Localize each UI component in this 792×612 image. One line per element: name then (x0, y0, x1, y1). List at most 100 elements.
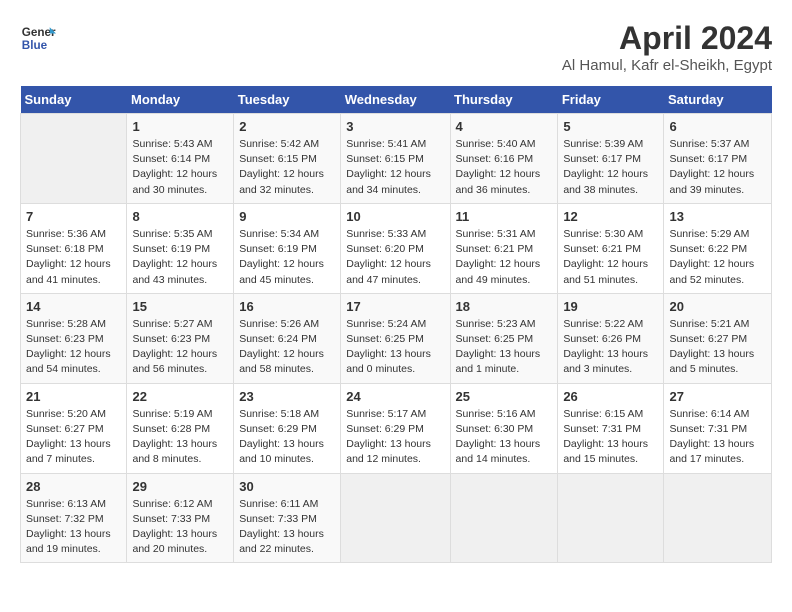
day-cell (341, 473, 450, 563)
week-row-4: 21 Sunrise: 5:20 AMSunset: 6:27 PMDayligh… (21, 383, 772, 473)
day-info: Sunrise: 5:34 AMSunset: 6:19 PMDaylight:… (239, 227, 335, 288)
day-number: 16 (239, 299, 335, 314)
day-cell: 7Sunrise: 5:36 AMSunset: 6:18 PMDaylight… (21, 203, 127, 293)
logo: General Blue (20, 20, 56, 56)
day-number: 27 (669, 389, 766, 404)
day-cell: 29 Sunrise: 6:12 AMSunset: 7:33 PMDayligh… (127, 473, 234, 563)
header: General Blue April 2024 Al Hamul, Kafr e… (20, 20, 772, 74)
day-cell: 9 Sunrise: 5:34 AMSunset: 6:19 PMDaylight… (234, 203, 341, 293)
day-cell: 30 Sunrise: 6:11 AMSunset: 7:33 PMDayligh… (234, 473, 341, 563)
day-info: Sunrise: 6:12 AMSunset: 7:33 PMDaylight:… (132, 497, 228, 558)
day-cell: 14 Sunrise: 5:28 AMSunset: 6:23 PMDayligh… (21, 293, 127, 383)
week-row-5: 28Sunrise: 6:13 AMSunset: 7:32 PMDayligh… (21, 473, 772, 563)
day-number: 4 (456, 119, 553, 134)
day-cell: 16 Sunrise: 5:26 AMSunset: 6:24 PMDayligh… (234, 293, 341, 383)
calendar-header-row: SundayMondayTuesdayWednesdayThursdayFrid… (21, 86, 772, 114)
day-info: Sunrise: 6:14 AMSunset: 7:31 PMDaylight:… (669, 407, 766, 468)
day-number: 15 (132, 299, 228, 314)
day-info: Sunrise: 5:37 AMSunset: 6:17 PMDaylight:… (669, 137, 766, 198)
day-cell: 27 Sunrise: 6:14 AMSunset: 7:31 PMDayligh… (664, 383, 772, 473)
day-number: 3 (346, 119, 444, 134)
day-cell: 23 Sunrise: 5:18 AMSunset: 6:29 PMDayligh… (234, 383, 341, 473)
day-number: 9 (239, 209, 335, 224)
day-number: 5 (563, 119, 658, 134)
col-header-friday: Friday (558, 86, 664, 114)
day-info: Sunrise: 5:19 AMSunset: 6:28 PMDaylight:… (132, 407, 228, 468)
day-info: Sunrise: 5:17 AMSunset: 6:29 PMDaylight:… (346, 407, 444, 468)
calendar-table: SundayMondayTuesdayWednesdayThursdayFrid… (20, 86, 772, 563)
day-info: Sunrise: 5:18 AMSunset: 6:29 PMDaylight:… (239, 407, 335, 468)
day-cell: 11Sunrise: 5:31 AMSunset: 6:21 PMDayligh… (450, 203, 558, 293)
day-cell: 5 Sunrise: 5:39 AMSunset: 6:17 PMDaylight… (558, 114, 664, 204)
day-number: 30 (239, 479, 335, 494)
subtitle: Al Hamul, Kafr el-Sheikh, Egypt (562, 57, 772, 74)
day-info: Sunrise: 5:30 AMSunset: 6:21 PMDaylight:… (563, 227, 658, 288)
day-info: Sunrise: 5:24 AMSunset: 6:25 PMDaylight:… (346, 317, 444, 378)
day-number: 19 (563, 299, 658, 314)
day-number: 1 (132, 119, 228, 134)
day-cell: 15 Sunrise: 5:27 AMSunset: 6:23 PMDayligh… (127, 293, 234, 383)
day-number: 14 (26, 299, 121, 314)
day-info: Sunrise: 5:20 AMSunset: 6:27 PMDaylight:… (26, 407, 121, 468)
title-area: April 2024 Al Hamul, Kafr el-Sheikh, Egy… (562, 20, 772, 74)
day-cell: 10Sunrise: 5:33 AMSunset: 6:20 PMDayligh… (341, 203, 450, 293)
svg-text:Blue: Blue (22, 39, 48, 52)
day-cell: 2Sunrise: 5:42 AMSunset: 6:15 PMDaylight… (234, 114, 341, 204)
day-number: 11 (456, 209, 553, 224)
day-info: Sunrise: 5:39 AMSunset: 6:17 PMDaylight:… (563, 137, 658, 198)
col-header-sunday: Sunday (21, 86, 127, 114)
day-info: Sunrise: 5:33 AMSunset: 6:20 PMDaylight:… (346, 227, 444, 288)
day-info: Sunrise: 5:28 AMSunset: 6:23 PMDaylight:… (26, 317, 121, 378)
day-cell: 3 Sunrise: 5:41 AMSunset: 6:15 PMDaylight… (341, 114, 450, 204)
day-cell: 26 Sunrise: 6:15 AMSunset: 7:31 PMDayligh… (558, 383, 664, 473)
col-header-tuesday: Tuesday (234, 86, 341, 114)
day-number: 20 (669, 299, 766, 314)
logo-icon: General Blue (20, 20, 56, 56)
day-number: 8 (132, 209, 228, 224)
day-cell (558, 473, 664, 563)
day-cell: 24 Sunrise: 5:17 AMSunset: 6:29 PMDayligh… (341, 383, 450, 473)
day-cell (21, 114, 127, 204)
day-info: Sunrise: 5:26 AMSunset: 6:24 PMDaylight:… (239, 317, 335, 378)
col-header-wednesday: Wednesday (341, 86, 450, 114)
day-info: Sunrise: 5:41 AMSunset: 6:15 PMDaylight:… (346, 137, 444, 198)
day-info: Sunrise: 5:35 AMSunset: 6:19 PMDaylight:… (132, 227, 228, 288)
day-number: 6 (669, 119, 766, 134)
day-cell: 22 Sunrise: 5:19 AMSunset: 6:28 PMDayligh… (127, 383, 234, 473)
col-header-saturday: Saturday (664, 86, 772, 114)
day-info: Sunrise: 6:15 AMSunset: 7:31 PMDaylight:… (563, 407, 658, 468)
day-number: 12 (563, 209, 658, 224)
day-number: 22 (132, 389, 228, 404)
day-number: 21 (26, 389, 121, 404)
day-cell: 21 Sunrise: 5:20 AMSunset: 6:27 PMDayligh… (21, 383, 127, 473)
day-info: Sunrise: 5:22 AMSunset: 6:26 PMDaylight:… (563, 317, 658, 378)
day-info: Sunrise: 6:13 AMSunset: 7:32 PMDaylight:… (26, 497, 121, 558)
day-info: Sunrise: 6:11 AMSunset: 7:33 PMDaylight:… (239, 497, 335, 558)
day-number: 18 (456, 299, 553, 314)
day-cell (450, 473, 558, 563)
day-number: 29 (132, 479, 228, 494)
day-info: Sunrise: 5:16 AMSunset: 6:30 PMDaylight:… (456, 407, 553, 468)
day-number: 13 (669, 209, 766, 224)
week-row-3: 14 Sunrise: 5:28 AMSunset: 6:23 PMDayligh… (21, 293, 772, 383)
day-cell: 6 Sunrise: 5:37 AMSunset: 6:17 PMDaylight… (664, 114, 772, 204)
day-cell: 13Sunrise: 5:29 AMSunset: 6:22 PMDayligh… (664, 203, 772, 293)
col-header-monday: Monday (127, 86, 234, 114)
day-info: Sunrise: 5:21 AMSunset: 6:27 PMDaylight:… (669, 317, 766, 378)
day-cell: 17Sunrise: 5:24 AMSunset: 6:25 PMDayligh… (341, 293, 450, 383)
day-info: Sunrise: 5:43 AMSunset: 6:14 PMDaylight:… (132, 137, 228, 198)
col-header-thursday: Thursday (450, 86, 558, 114)
day-number: 25 (456, 389, 553, 404)
day-number: 7 (26, 209, 121, 224)
day-cell: 25 Sunrise: 5:16 AMSunset: 6:30 PMDayligh… (450, 383, 558, 473)
day-info: Sunrise: 5:27 AMSunset: 6:23 PMDaylight:… (132, 317, 228, 378)
day-cell: 1 Sunrise: 5:43 AMSunset: 6:14 PMDaylight… (127, 114, 234, 204)
day-number: 23 (239, 389, 335, 404)
day-cell: 18Sunrise: 5:23 AMSunset: 6:25 PMDayligh… (450, 293, 558, 383)
day-cell (664, 473, 772, 563)
day-number: 24 (346, 389, 444, 404)
day-info: Sunrise: 5:40 AMSunset: 6:16 PMDaylight:… (456, 137, 553, 198)
day-number: 26 (563, 389, 658, 404)
week-row-2: 7Sunrise: 5:36 AMSunset: 6:18 PMDaylight… (21, 203, 772, 293)
day-number: 2 (239, 119, 335, 134)
